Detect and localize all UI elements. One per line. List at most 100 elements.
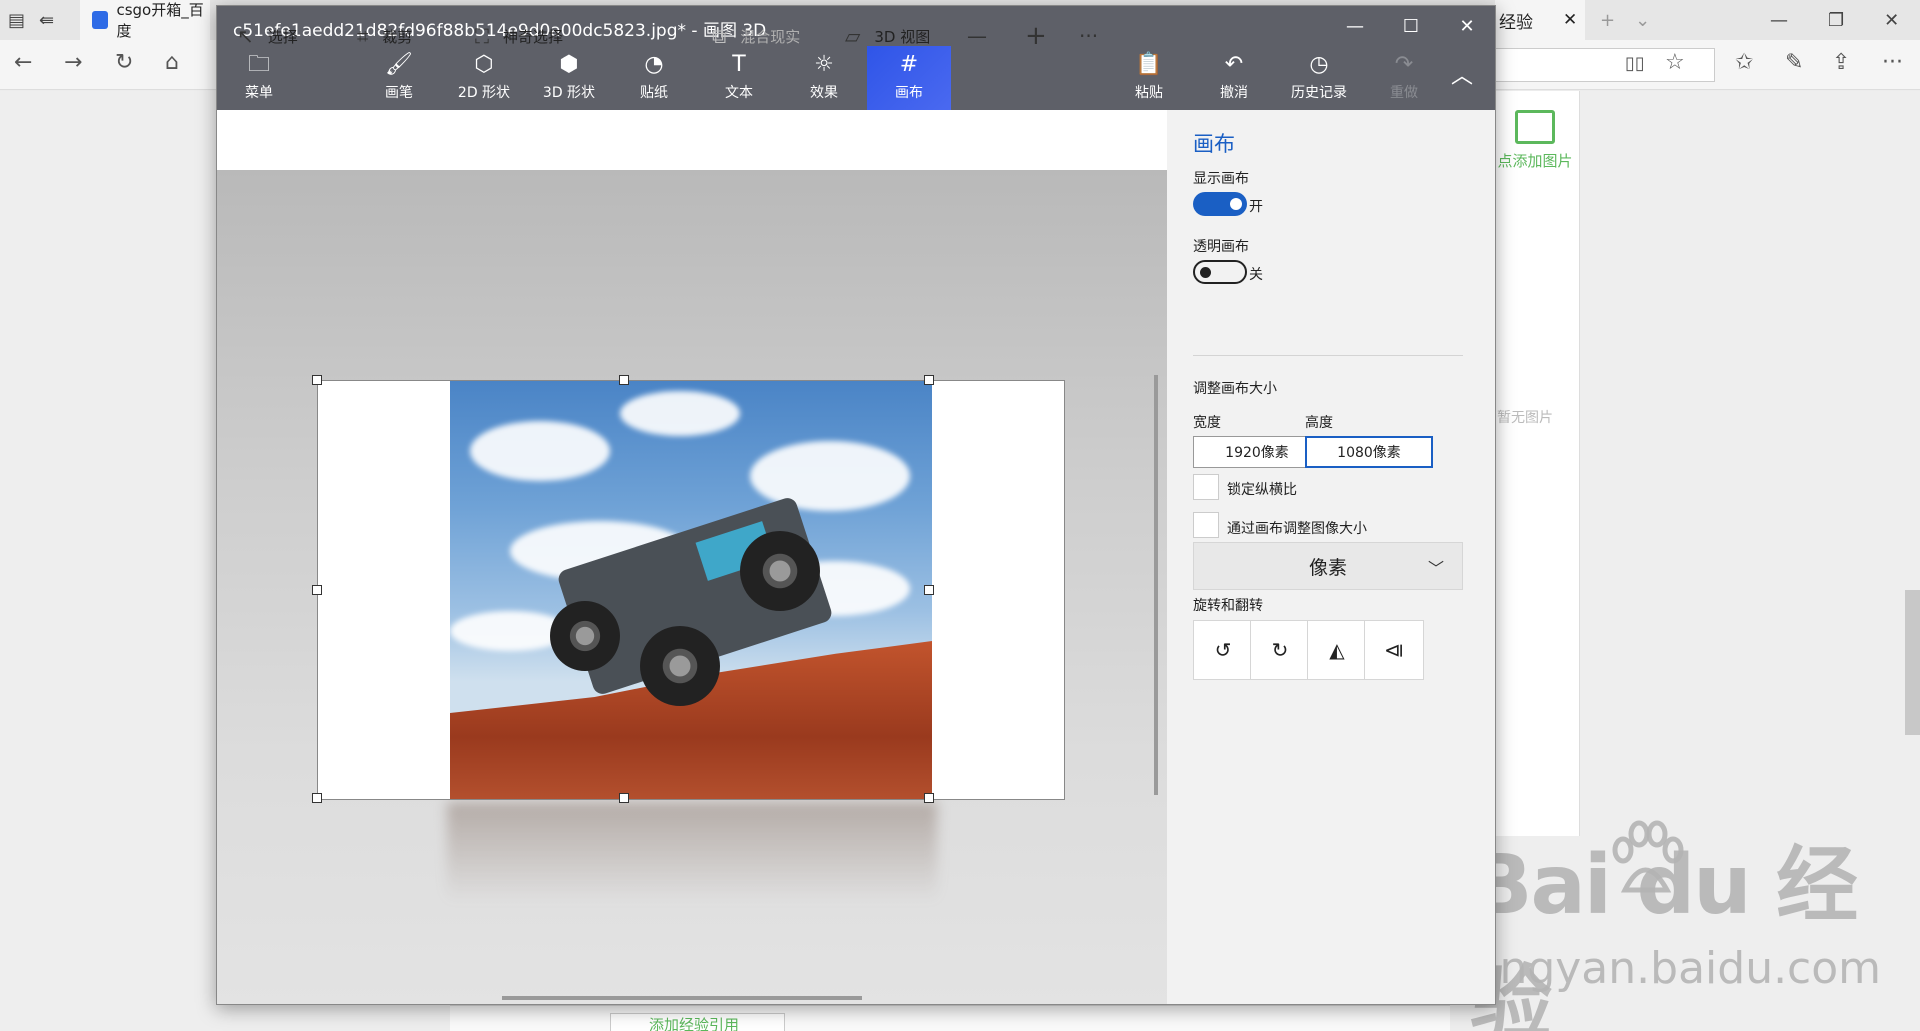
pen-icon[interactable]: ✎: [1785, 50, 1803, 75]
share-icon[interactable]: ⇪: [1832, 50, 1850, 75]
show-canvas-toggle[interactable]: [1193, 192, 1247, 216]
resize-image-checkbox[interactable]: [1193, 512, 1219, 538]
magic-select-icon: ⛶: [475, 24, 489, 48]
view-3d-button[interactable]: ▱ 3D 视图: [845, 6, 930, 66]
favorite-star-icon[interactable]: ☆: [1665, 50, 1685, 75]
transparent-canvas-toggle[interactable]: [1193, 260, 1247, 284]
resize-handle-bottom[interactable]: [619, 793, 629, 803]
resize-handle-right[interactable]: [924, 585, 934, 595]
lock-aspect-checkbox[interactable]: [1193, 474, 1219, 500]
canvas[interactable]: [312, 375, 1065, 803]
show-canvas-state: 开: [1249, 199, 1263, 215]
vertical-scrollbar[interactable]: [1154, 375, 1158, 795]
new-tab-area[interactable]: + ⌄: [1600, 0, 1650, 40]
stickers-label: 贴纸: [640, 85, 668, 101]
unit-select[interactable]: 像素 ﹀: [1193, 542, 1463, 590]
minimize-button[interactable]: —: [1327, 6, 1383, 46]
resize-image-label: 通过画布调整图像大小: [1227, 521, 1367, 537]
more-options-button[interactable]: ···: [1079, 6, 1098, 66]
zoom-in-button[interactable]: +: [1025, 6, 1047, 66]
canvas-panel: 画布 显示画布 开 透明画布 关 调整画布大小 宽度 高度 1920像素 108…: [1167, 110, 1495, 1004]
rotate-right-icon: ↻: [1271, 638, 1289, 662]
width-input[interactable]: 1920像素: [1193, 436, 1321, 468]
cloud: [750, 441, 910, 511]
mixed-reality-button[interactable]: ⧉ 混合现实: [712, 6, 800, 66]
rotate-left-button[interactable]: ↺: [1193, 620, 1253, 680]
canvas-workspace[interactable]: [217, 170, 1167, 1004]
select-button[interactable]: ↖ 选择: [237, 6, 298, 66]
no-image-text: 暂无图片: [1497, 410, 1553, 426]
reading-view-icon[interactable]: ▯▯: [1625, 53, 1645, 74]
select-label: 选择: [267, 27, 298, 46]
redo-icon: ↷: [1394, 52, 1414, 77]
add-reference-button[interactable]: 添加经验引用: [610, 1013, 785, 1031]
paste-label: 粘贴: [1135, 85, 1163, 101]
back-icon[interactable]: ←: [14, 50, 32, 75]
crop-icon: ⌗: [357, 24, 369, 48]
view-3d-label: 3D 视图: [874, 27, 931, 46]
cursor-icon: ↖: [237, 24, 254, 48]
resize-handle-bottom-right[interactable]: [924, 793, 934, 803]
tab-aside-icon[interactable]: ⇚: [39, 10, 54, 31]
flip-horizontal-button[interactable]: ◭: [1307, 620, 1367, 680]
undo-label: 撤消: [1220, 85, 1248, 101]
canvas-reflection: [447, 802, 937, 902]
resize-handle-left[interactable]: [312, 585, 322, 595]
browser-minimize-icon[interactable]: —: [1770, 10, 1788, 31]
history-label: 历史记录: [1291, 85, 1347, 101]
browser-tab-baidu[interactable]: csgo开箱_百度: [80, 0, 210, 40]
panel-divider: [1193, 355, 1463, 356]
resize-handle-bottom-left[interactable]: [312, 793, 322, 803]
paste-button[interactable]: 📋 粘贴: [1107, 46, 1191, 110]
resize-handle-top-left[interactable]: [312, 375, 322, 385]
forward-icon[interactable]: →: [64, 50, 82, 75]
canvas-label: 画布: [895, 85, 923, 101]
page-scrollbar[interactable]: [1905, 590, 1920, 735]
browser-tab2-title: 经验: [1499, 12, 1533, 33]
undo-button[interactable]: ↶ 撤消: [1192, 46, 1276, 110]
tab-preview-icon[interactable]: ⌄: [1635, 10, 1650, 31]
magic-select-label: 神奇选择: [503, 27, 564, 46]
more-icon[interactable]: ···: [1882, 50, 1903, 75]
lock-aspect-label: 锁定纵横比: [1227, 482, 1297, 498]
rotate-right-button[interactable]: ↻: [1250, 620, 1310, 680]
tab-close-icon[interactable]: ✕: [1563, 10, 1577, 30]
home-icon[interactable]: ⌂: [165, 50, 179, 75]
zoom-out-button[interactable]: —: [967, 6, 987, 66]
toggle-knob: [1200, 267, 1211, 278]
new-tab-icon[interactable]: +: [1600, 10, 1615, 31]
favorites-hub-icon[interactable]: ✩: [1735, 50, 1753, 75]
tab-list-icon[interactable]: ▤: [8, 10, 25, 31]
menu-label: 菜单: [245, 85, 273, 101]
collapse-toolbar-button[interactable]: ︿: [1432, 46, 1492, 110]
zoom-out-icon: —: [967, 24, 987, 48]
jeep-wheel: [550, 601, 620, 671]
crop-label: 裁剪: [382, 27, 413, 46]
history-clock-icon: ◷: [1309, 52, 1329, 77]
browser-maximize-icon[interactable]: ❐: [1828, 10, 1844, 31]
zoom-in-icon: +: [1025, 21, 1047, 51]
resize-handle-top-right[interactable]: [924, 375, 934, 385]
panel-title: 画布: [1193, 132, 1235, 156]
rotate-left-icon: ↺: [1214, 638, 1232, 662]
browser-tab-jingyan[interactable]: 经验 ✕: [1495, 0, 1585, 40]
add-image-icon: [1515, 110, 1555, 144]
undo-icon: ↶: [1224, 52, 1244, 77]
tool-stickers[interactable]: ◔ 贴纸: [612, 46, 696, 110]
height-input[interactable]: 1080像素: [1305, 436, 1433, 468]
add-image-button[interactable]: 点添加图片: [1495, 110, 1575, 171]
flip-vertical-button[interactable]: ⧏: [1364, 620, 1424, 680]
mixed-reality-icon: ⧉: [712, 24, 727, 48]
close-button[interactable]: ✕: [1439, 6, 1495, 46]
tab-actions[interactable]: ▤ ⇚: [8, 0, 54, 40]
maximize-button[interactable]: ☐: [1383, 6, 1439, 46]
jeep-photo[interactable]: [450, 381, 932, 799]
shapes-3d-label: 3D 形状: [542, 85, 596, 101]
resize-handle-top[interactable]: [619, 375, 629, 385]
horizontal-scrollbar[interactable]: [502, 996, 862, 1000]
history-button[interactable]: ◷ 历史记录: [1277, 46, 1361, 110]
magic-select-button[interactable]: ⛶ 神奇选择: [475, 6, 563, 66]
crop-button[interactable]: ⌗ 裁剪: [357, 6, 412, 66]
browser-close-icon[interactable]: ✕: [1884, 10, 1899, 31]
refresh-icon[interactable]: ↻: [115, 50, 133, 75]
